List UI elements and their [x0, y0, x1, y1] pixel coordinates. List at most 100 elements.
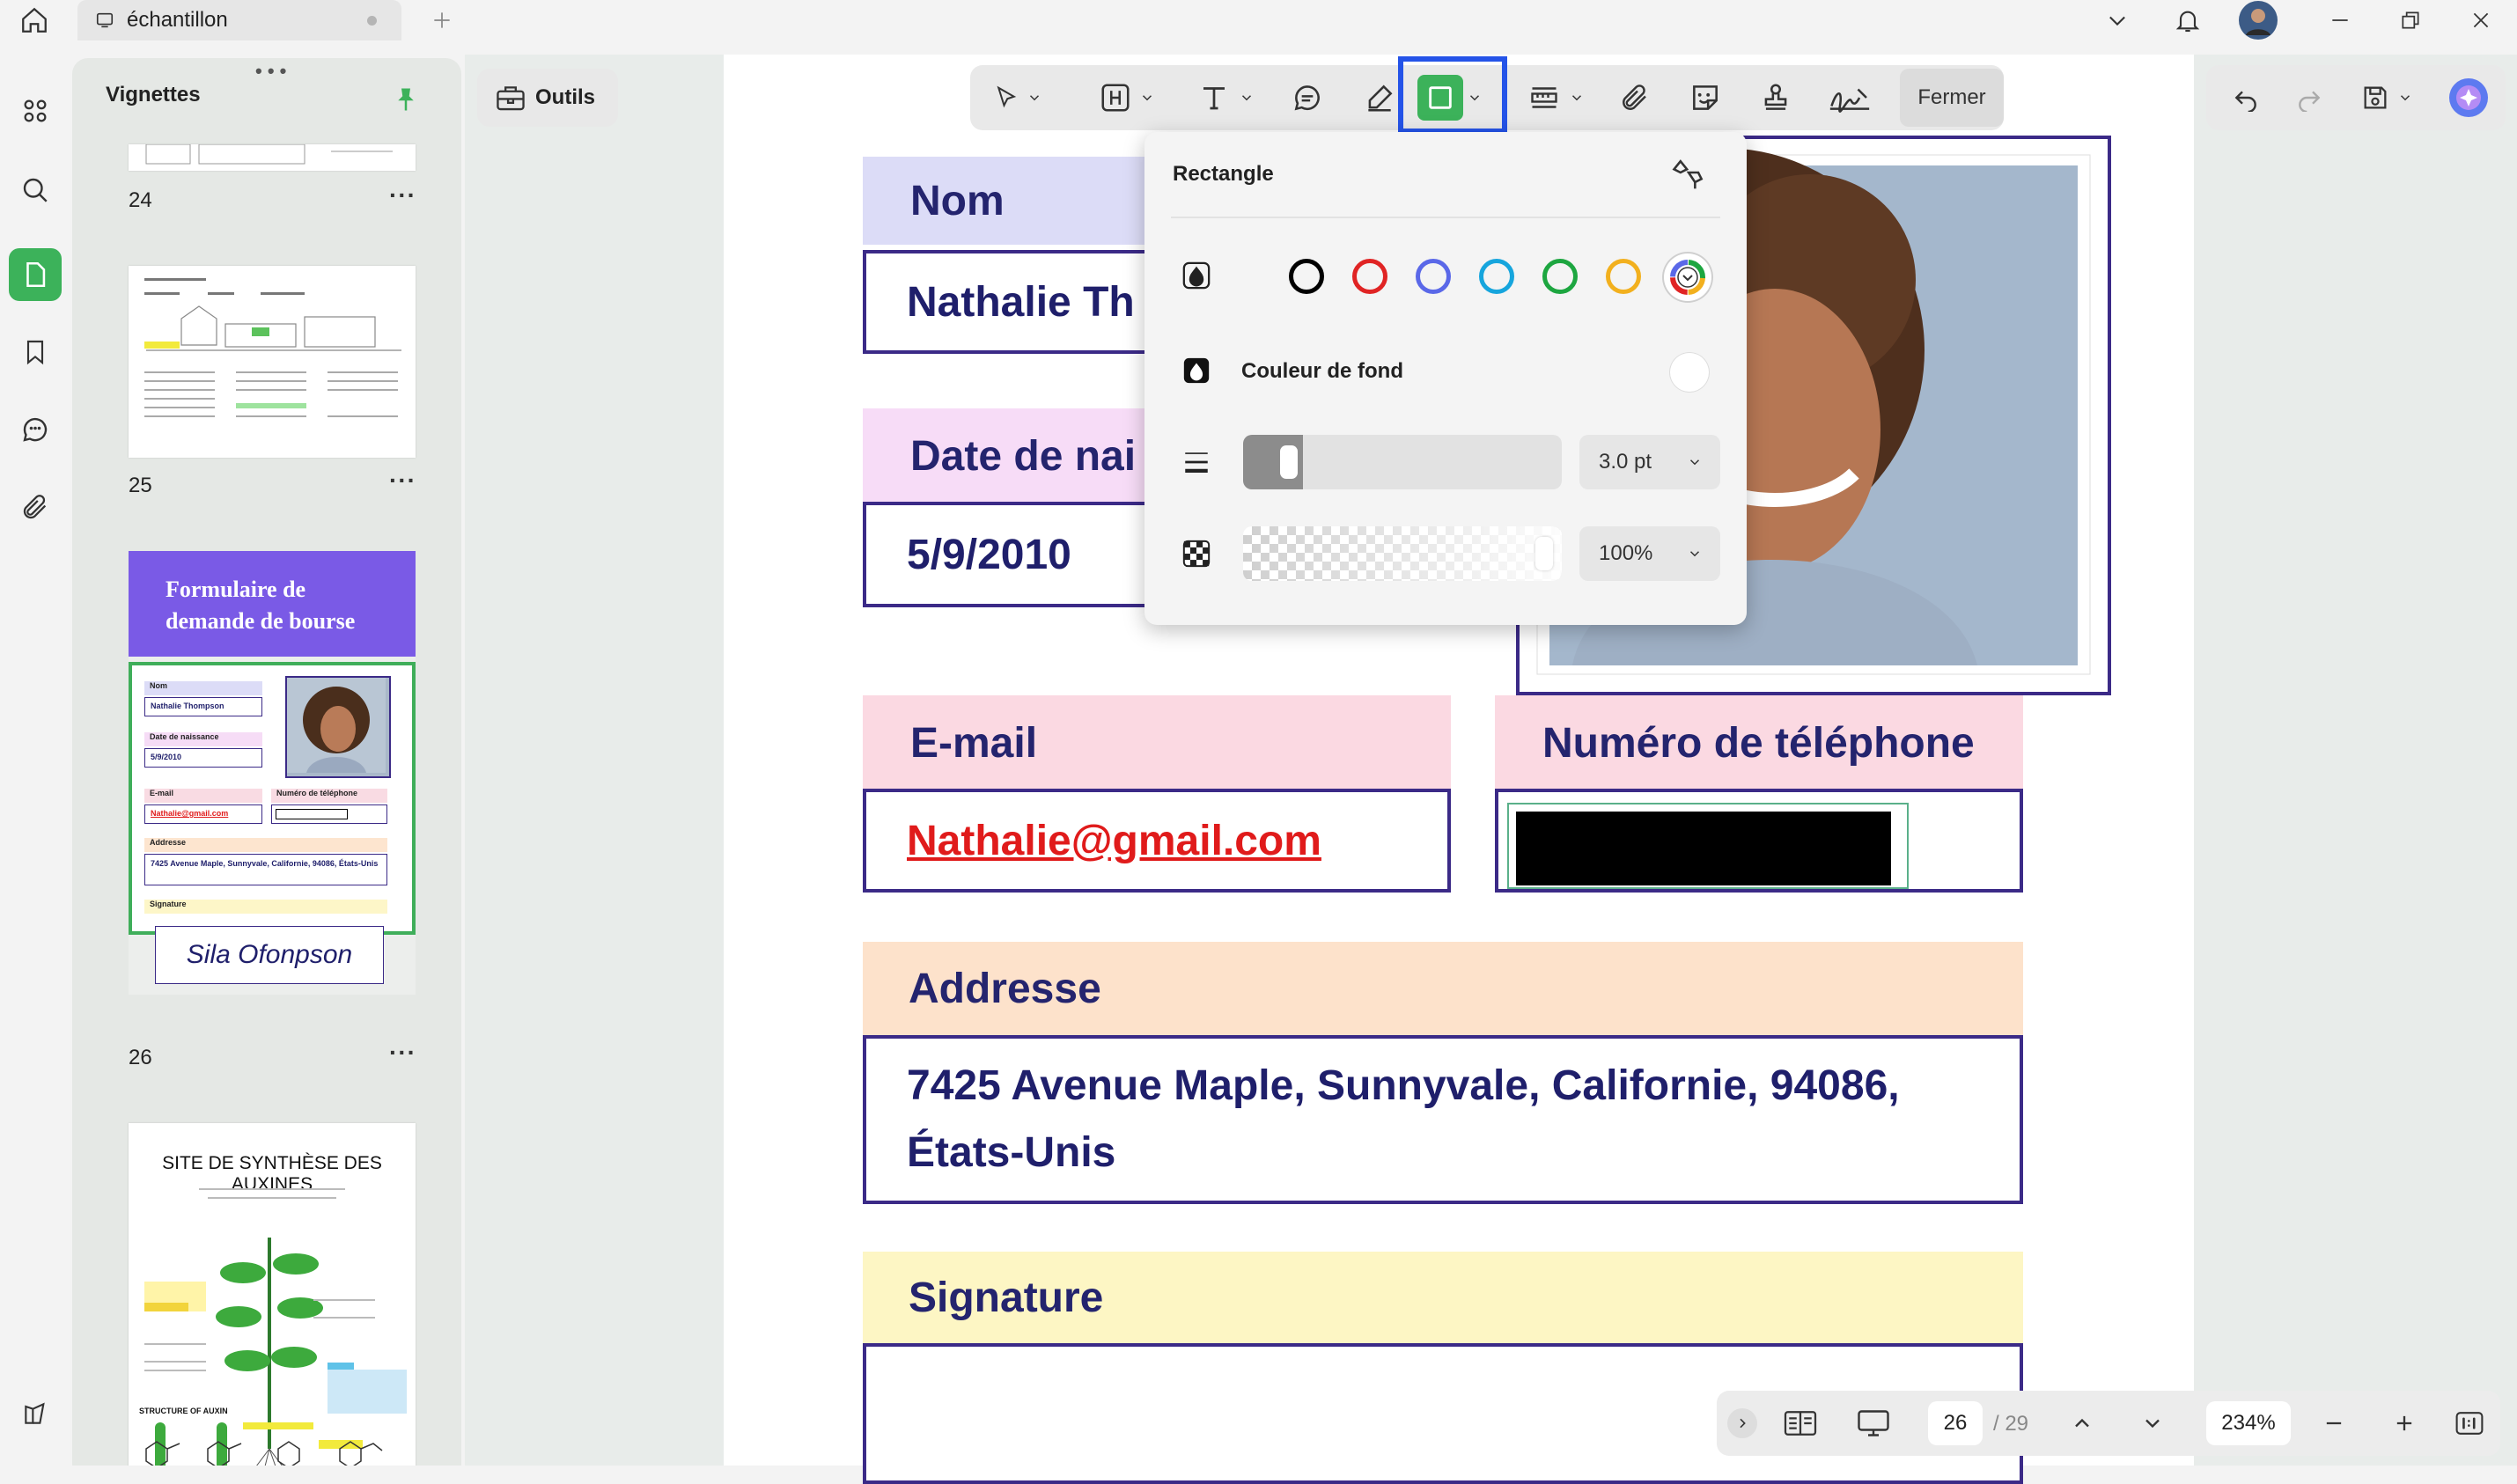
- rail-pages-icon[interactable]: [9, 248, 62, 301]
- pencil-tool-icon[interactable]: [1358, 77, 1402, 118]
- notification-bell-icon[interactable]: [2166, 0, 2210, 40]
- mini-address-value: 7425 Avenue Maple, Sunnyvale, Californie…: [144, 854, 387, 885]
- page-24-more-menu[interactable]: ···: [389, 181, 416, 209]
- phone-field-label: Numéro de téléphone: [1495, 695, 2023, 790]
- stroke-color-icon: [1181, 261, 1211, 290]
- fill-color-label: Couleur de fond: [1241, 359, 1403, 383]
- mini-dob-label: Date de naissance: [144, 732, 262, 746]
- phone-field-value[interactable]: [1495, 789, 2023, 893]
- address-field-value[interactable]: 7425 Avenue Maple, Sunnyvale, Californie…: [863, 1035, 2023, 1204]
- ai-assistant-icon[interactable]: [2444, 77, 2493, 118]
- rail-thumbnails-grid-icon[interactable]: [9, 84, 62, 137]
- page-25-more-menu[interactable]: ···: [389, 467, 416, 495]
- pin-popup-icon[interactable]: [1669, 153, 1708, 192]
- color-swatch-cyan[interactable]: [1479, 259, 1514, 294]
- address-line-1: 7425 Avenue Maple, Sunnyvale, Californie…: [907, 1062, 1900, 1109]
- fill-color-swatch[interactable]: [1669, 352, 1710, 393]
- mini-email-value: Nathalie@gmail.com: [144, 804, 262, 824]
- undo-icon[interactable]: [2224, 77, 2268, 118]
- stroke-width-icon: [1181, 447, 1211, 477]
- zoom-in-plus-icon[interactable]: [2382, 1403, 2426, 1444]
- home-icon[interactable]: [12, 0, 56, 40]
- text-tool[interactable]: [1190, 77, 1261, 118]
- zoom-level-input[interactable]: 234%: [2206, 1401, 2291, 1445]
- email-field-value[interactable]: Nathalie@gmail.com: [863, 789, 1451, 893]
- toolbox-icon: [495, 84, 526, 112]
- chevron-down-icon[interactable]: [2095, 0, 2139, 40]
- signature-field-label: Signature: [863, 1252, 2023, 1343]
- email-field-label: E-mail: [863, 695, 1451, 790]
- highlight-tool[interactable]: [1092, 77, 1162, 118]
- thumbnails-header: Vignettes: [106, 83, 201, 107]
- color-swatch-blue[interactable]: [1416, 259, 1451, 294]
- pin-icon[interactable]: [393, 84, 419, 114]
- minimize-icon[interactable]: [2315, 0, 2365, 40]
- sticker-tool-icon[interactable]: [1683, 77, 1727, 118]
- rectangle-properties-popup: Rectangle Couleur de fond 3.0 pt 100%: [1144, 132, 1747, 625]
- tools-button[interactable]: Outils: [477, 69, 618, 127]
- user-avatar[interactable]: [2236, 0, 2280, 40]
- opacity-select[interactable]: 100%: [1579, 526, 1720, 581]
- current-page-input[interactable]: 26: [1928, 1401, 1983, 1445]
- thumbnail-page-25[interactable]: [129, 266, 416, 458]
- thumbnail-page-26[interactable]: Formulaire de demande de bourse Nom Nath…: [129, 551, 416, 995]
- color-swatch-black[interactable]: [1289, 259, 1324, 294]
- mini-email-label: E-mail: [144, 789, 262, 803]
- stroke-width-slider[interactable]: [1243, 435, 1562, 489]
- mini-portrait-image: [285, 676, 391, 778]
- panel-resize-handle[interactable]: • • •: [255, 60, 286, 83]
- attach-tool-icon[interactable]: [1613, 77, 1657, 118]
- stroke-width-slider-thumb[interactable]: [1280, 445, 1299, 479]
- mini-form-title: Formulaire de demande de bourse: [129, 551, 416, 657]
- color-swatch-red[interactable]: [1352, 259, 1387, 294]
- new-tab-plus-icon[interactable]: [423, 0, 461, 40]
- tools-label: Outils: [535, 85, 596, 109]
- document-tab[interactable]: échantillon: [77, 0, 401, 40]
- color-swatch-yellow[interactable]: [1606, 259, 1641, 294]
- comment-tool-icon[interactable]: [1285, 77, 1329, 118]
- opacity-slider[interactable]: [1243, 526, 1562, 581]
- next-page-chevron-down-icon[interactable]: [2131, 1403, 2175, 1444]
- save-menu[interactable]: [2347, 77, 2426, 118]
- page-number-25: 25: [129, 474, 152, 497]
- total-pages: / 29: [1993, 1412, 2029, 1436]
- mini-signature-label: Signature: [144, 900, 387, 914]
- thumbnails-panel: Vignettes • • • 24 ··· 25 ··· Formulaire…: [72, 58, 461, 1466]
- color-swatch-green[interactable]: [1542, 259, 1578, 294]
- signature-tool-icon[interactable]: [1821, 77, 1879, 118]
- thumbnail-page-24[interactable]: [129, 144, 416, 171]
- close-window-icon[interactable]: [2456, 0, 2506, 40]
- bottom-navigation-bar: 26 / 29 234%: [1717, 1391, 2500, 1456]
- select-tool[interactable]: [984, 77, 1051, 118]
- opacity-slider-thumb[interactable]: [1535, 537, 1553, 570]
- rail-theme-icon[interactable]: [9, 1387, 62, 1440]
- stroke-width-select[interactable]: 3.0 pt: [1579, 435, 1720, 489]
- rail-bookmark-icon[interactable]: [9, 326, 62, 378]
- redo-icon[interactable]: [2287, 77, 2331, 118]
- presentation-mode-icon[interactable]: [1849, 1403, 1898, 1444]
- previous-page-chevron-up-icon[interactable]: [2060, 1403, 2104, 1444]
- rail-attachment-icon[interactable]: [9, 481, 62, 533]
- stamp-tool-icon[interactable]: [1754, 77, 1798, 118]
- close-annotation-button[interactable]: Fermer: [1900, 69, 2004, 127]
- mini-name-label: Nom: [144, 681, 262, 695]
- rail-comments-icon[interactable]: [9, 403, 62, 456]
- rail-search-icon[interactable]: [9, 164, 62, 217]
- page-26-more-menu[interactable]: ···: [389, 1039, 416, 1067]
- address-field-label: Addresse: [863, 942, 2023, 1035]
- restore-window-icon[interactable]: [2386, 0, 2435, 40]
- drawn-rectangle-annotation[interactable]: [1507, 803, 1909, 889]
- mini-poster-bottom-label: STRUCTURE OF AUXIN: [139, 1407, 228, 1415]
- measure-tool[interactable]: [1516, 77, 1595, 118]
- page-layout-icon[interactable]: [1778, 1403, 1822, 1444]
- custom-color-picker[interactable]: [1662, 252, 1713, 303]
- mini-signature-script: Sila Ofonpson: [155, 926, 384, 984]
- opacity-icon: [1181, 539, 1211, 569]
- actual-size-icon[interactable]: [2447, 1403, 2491, 1444]
- fill-color-icon: [1181, 356, 1211, 386]
- unsaved-dot-icon: [367, 16, 377, 26]
- zoom-out-minus-icon[interactable]: [2312, 1403, 2356, 1444]
- document-icon: [95, 11, 114, 30]
- expand-chevron-right-icon[interactable]: [1727, 1408, 1757, 1438]
- thumbnail-page-27[interactable]: SITE DE SYNTHÈSE DES AUXINES STRUCTURE O…: [129, 1123, 416, 1466]
